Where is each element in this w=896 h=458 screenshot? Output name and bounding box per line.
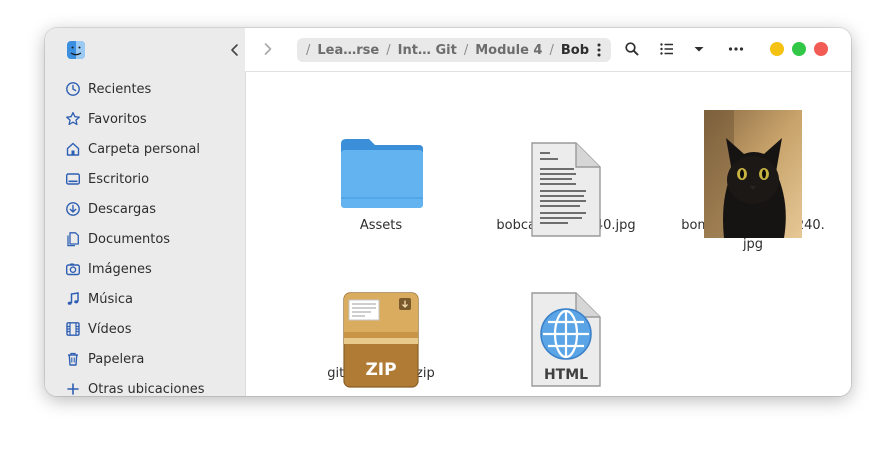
main-menu-icon[interactable] bbox=[728, 41, 744, 57]
html-badge: HTML bbox=[543, 367, 589, 383]
path-segment[interactable]: Lea…rse bbox=[317, 43, 379, 58]
download-icon bbox=[66, 202, 80, 216]
path-segment-current[interactable]: Bob bbox=[561, 43, 589, 58]
sidebar-item-carpeta-personal[interactable]: Carpeta personal bbox=[45, 134, 245, 164]
trash-icon bbox=[68, 352, 78, 366]
film-icon bbox=[66, 322, 80, 336]
sidebar-item-label: Otras ubicaciones bbox=[88, 381, 205, 397]
minimize-button[interactable] bbox=[770, 42, 784, 56]
path-separator: / bbox=[463, 42, 469, 58]
sidebar-item-musica[interactable]: Música bbox=[45, 284, 245, 314]
sidebar-item-label: Imágenes bbox=[88, 261, 152, 277]
close-button[interactable] bbox=[814, 42, 828, 56]
sidebar-item-label: Música bbox=[88, 291, 133, 307]
sidebar-item-label: Papelera bbox=[88, 351, 145, 367]
text-document-icon bbox=[531, 142, 601, 237]
cat-photo-thumbnail bbox=[704, 110, 802, 238]
sidebar-item-label: Descargas bbox=[88, 201, 157, 217]
sidebar-item-label: Documentos bbox=[88, 231, 171, 247]
sidebar-header bbox=[45, 28, 245, 72]
music-icon bbox=[67, 292, 79, 305]
home-icon bbox=[66, 142, 80, 156]
desktop-icon bbox=[66, 173, 81, 185]
sidebar-item-favoritos[interactable]: Favoritos bbox=[45, 104, 245, 134]
thumbnail bbox=[486, 82, 646, 237]
thumbnail bbox=[673, 82, 833, 238]
sidebar-item-escritorio[interactable]: Escritorio bbox=[45, 164, 245, 194]
sidebar-item-label: Favoritos bbox=[88, 111, 147, 127]
sidebar: Recientes Favoritos Carpeta personal Esc… bbox=[45, 28, 246, 396]
sidebar-item-otras-ubicaciones[interactable]: Otras ubicaciones bbox=[45, 374, 245, 396]
search-icon[interactable] bbox=[624, 41, 640, 57]
folder-icon bbox=[341, 139, 423, 208]
path-bar: / Lea…rse / Int… Git / Module 4 / Bob bbox=[297, 38, 611, 62]
sidebar-places-list: Recientes Favoritos Carpeta personal Esc… bbox=[45, 74, 245, 396]
maximize-button[interactable] bbox=[792, 42, 806, 56]
sidebar-item-papelera[interactable]: Papelera bbox=[45, 344, 245, 374]
sidebar-item-label: Vídeos bbox=[88, 321, 132, 337]
path-segment[interactable]: Module 4 bbox=[475, 43, 542, 58]
zip-badge: ZIP bbox=[365, 360, 397, 380]
thumbnail: HTML bbox=[486, 232, 646, 387]
thumbnail bbox=[301, 82, 461, 214]
star-icon bbox=[66, 111, 80, 126]
sidebar-item-descargas[interactable]: Descargas bbox=[45, 194, 245, 224]
thumbnail: ZIP bbox=[301, 232, 461, 388]
sidebar-item-recientes[interactable]: Recientes bbox=[45, 74, 245, 104]
path-segment[interactable]: Int… Git bbox=[398, 43, 457, 58]
file-item-bobcat2[interactable]: bobcat2-317x240.jpg bbox=[486, 82, 646, 237]
path-separator: / bbox=[386, 42, 391, 58]
chevron-down-icon[interactable] bbox=[691, 41, 707, 57]
finder-app-icon bbox=[67, 41, 85, 59]
path-menu-kebab-icon[interactable] bbox=[597, 43, 601, 57]
plus-icon bbox=[67, 383, 79, 395]
file-item-index-html[interactable]: HTML index.html bbox=[486, 232, 646, 387]
file-item-git-resources-zip[interactable]: ZIP git-resources.zip bbox=[301, 232, 461, 388]
list-view-icon[interactable] bbox=[659, 41, 675, 57]
sidebar-item-label: Escritorio bbox=[88, 171, 150, 187]
path-separator: / bbox=[549, 42, 554, 58]
sidebar-item-label: Recientes bbox=[88, 81, 152, 97]
sidebar-item-imagenes[interactable]: Imágenes bbox=[45, 254, 245, 284]
sidebar-item-label: Carpeta personal bbox=[88, 141, 200, 157]
path-separator: / bbox=[306, 42, 311, 58]
sidebar-item-documentos[interactable]: Documentos bbox=[45, 224, 245, 254]
file-item-bombay-cat[interactable]: bombay-cat-180x240. jpg bbox=[673, 82, 833, 254]
file-grid: Assets bobc bbox=[246, 72, 851, 396]
file-item-assets[interactable]: Assets bbox=[301, 82, 461, 235]
camera-icon bbox=[66, 263, 81, 276]
file-manager-window: Recientes Favoritos Carpeta personal Esc… bbox=[45, 28, 851, 396]
header-bar: / Lea…rse / Int… Git / Module 4 / Bob bbox=[245, 28, 851, 72]
forward-button[interactable] bbox=[260, 40, 276, 58]
collapse-sidebar-button[interactable] bbox=[228, 41, 242, 59]
sidebar-item-videos[interactable]: Vídeos bbox=[45, 314, 245, 344]
clock-icon bbox=[66, 82, 80, 96]
documents-icon bbox=[67, 232, 79, 247]
